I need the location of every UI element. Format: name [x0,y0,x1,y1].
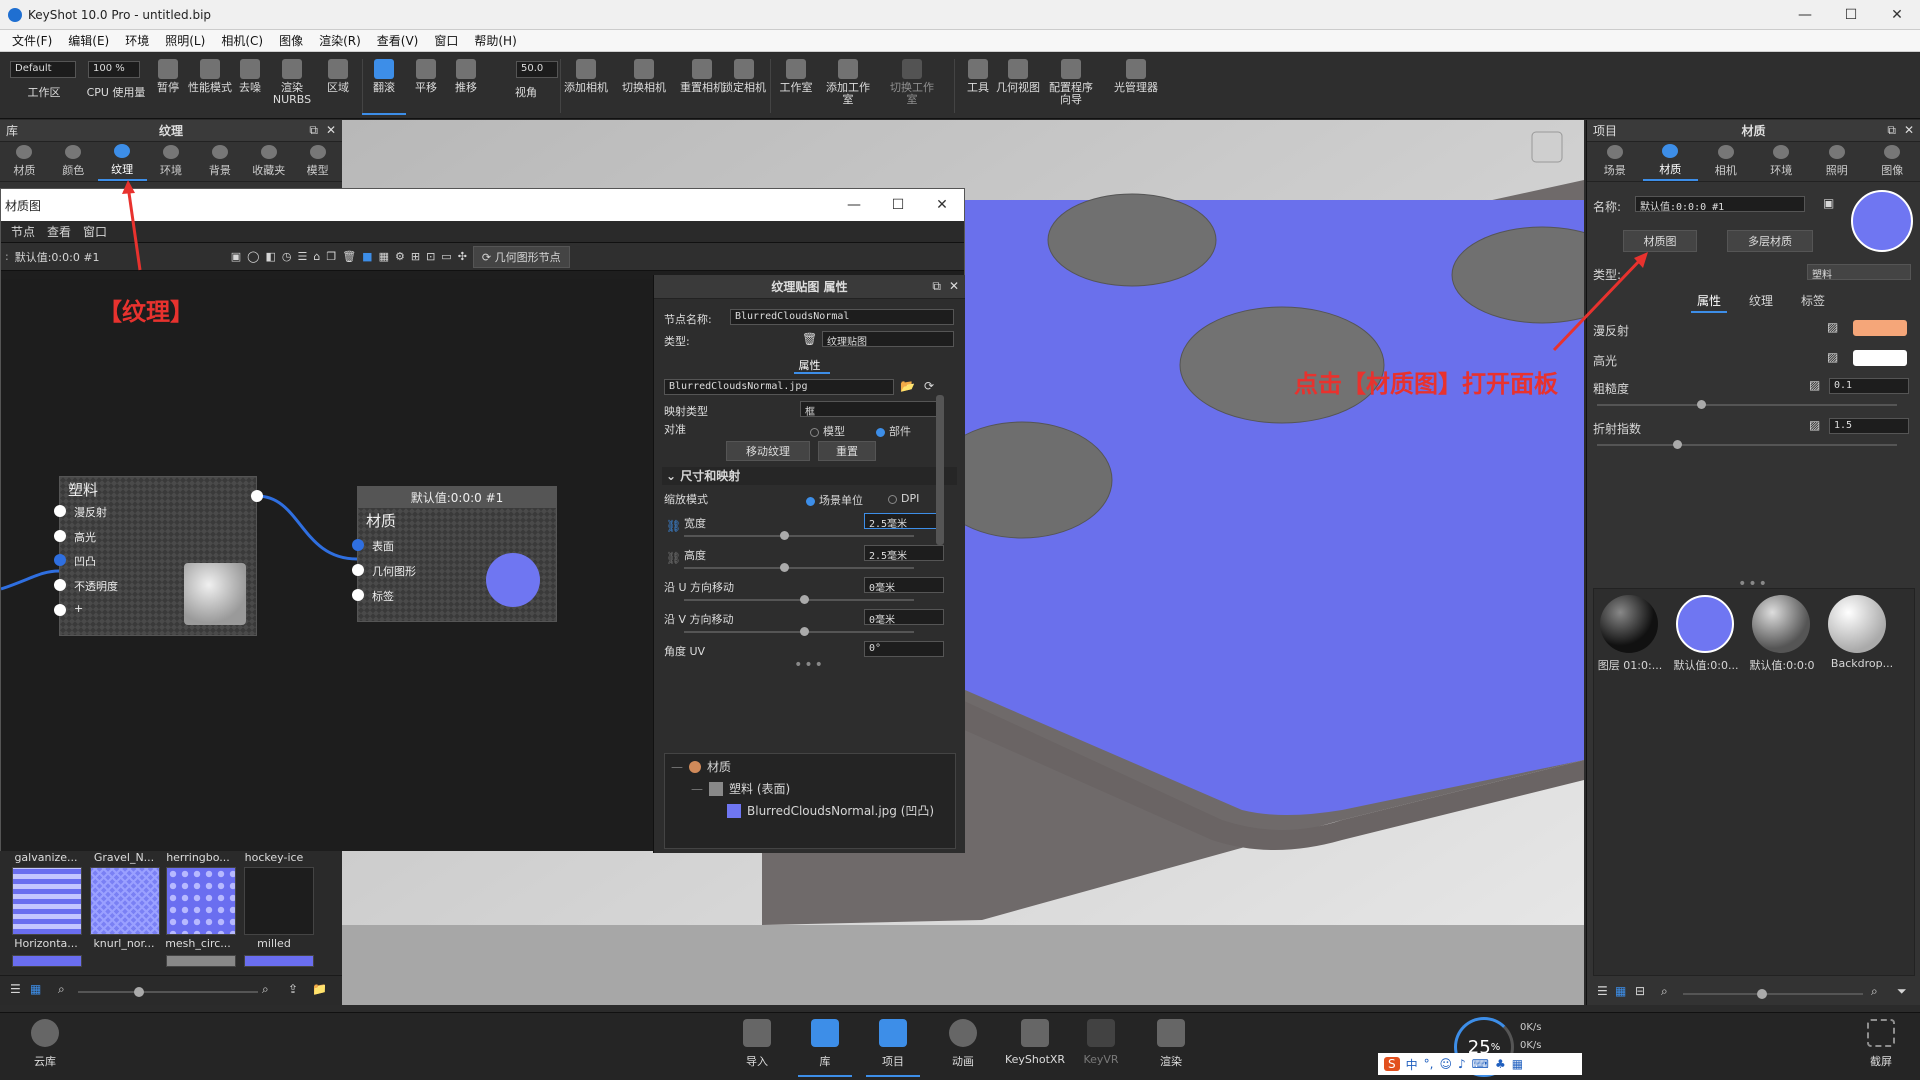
arrow-head [122,180,135,194]
annotation-arrows [122,180,1648,352]
punctuation-icon[interactable]: °, [1424,1057,1434,1071]
project-list-icon [879,1019,907,1047]
book-icon [811,1019,839,1047]
skin-icon[interactable]: ♣ [1495,1057,1506,1071]
project-button[interactable]: 项目 [866,1019,920,1077]
import-button[interactable]: 导入 [730,1019,784,1077]
keyshotxr-button[interactable]: KeyShotXR [1004,1019,1066,1077]
screenshot-button[interactable]: 截屏 [1854,1019,1908,1077]
microphone-icon[interactable]: ♪ [1458,1057,1466,1071]
annotation-open-panel: 点击【材质图】打开面板 [1294,370,1558,398]
render-button[interactable]: 渲染 [1144,1019,1198,1077]
animation-button[interactable]: 动画 [936,1019,990,1077]
emoji-icon[interactable]: ☺ [1439,1057,1452,1071]
library-button[interactable]: 库 [798,1019,852,1077]
network-speed: 0K/s 0K/s [1520,1022,1542,1051]
annotation-texture: 【纹理】 [98,298,194,326]
arrow-line [1552,256,1644,352]
bottom-toolbar: 云库 导入 库 项目 动画 KeyShotXR KeyVR 渲染 25% 0K/… [0,1012,1920,1080]
import-icon [743,1019,771,1047]
cloud-icon [31,1019,59,1047]
tools-tray-icon[interactable]: ▦ [1512,1057,1523,1071]
screenshot-icon [1867,1019,1895,1047]
cube-icon [1021,1019,1049,1047]
ime-logo-icon[interactable]: S [1384,1057,1400,1071]
keyvr-button[interactable]: KeyVR [1074,1019,1128,1077]
system-tray: S 中 °, ☺ ♪ ⌨ ♣ ▦ [1378,1053,1582,1075]
render-icon [1157,1019,1185,1047]
arrow-line [126,185,142,271]
keyboard-icon[interactable]: ⌨ [1472,1057,1489,1071]
ime-mode-icon[interactable]: 中 [1406,1056,1418,1073]
cloud-library-button[interactable]: 云库 [18,1019,72,1077]
vr-headset-icon [1087,1019,1115,1047]
animation-icon [949,1019,977,1047]
